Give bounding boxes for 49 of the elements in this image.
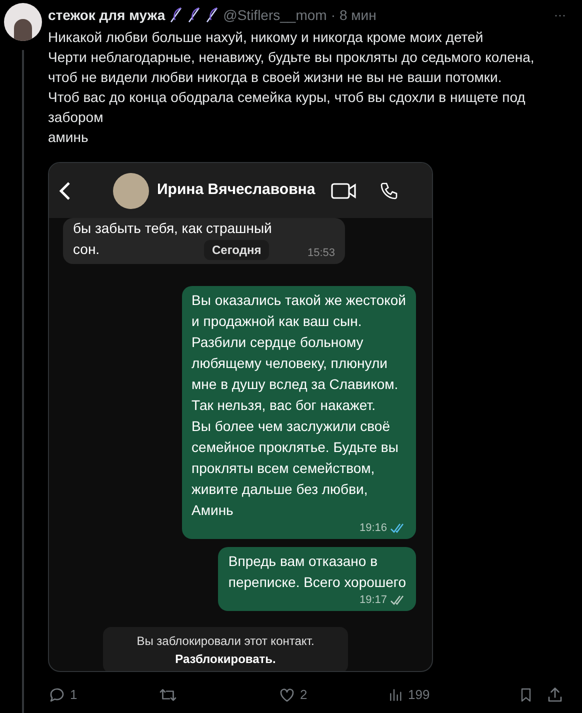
message-text: переписке. Всего хорошего [228, 573, 406, 592]
message-text: Впредь вам отказано в [228, 552, 378, 571]
post-text: Чтоб вас до конца ободрала семейка куры, чтоб вы сдохли в нищете под [48, 88, 526, 107]
message-text: и продажной как ваш сын. [192, 312, 362, 331]
heart-icon [278, 686, 296, 704]
like-count: 2 [300, 686, 308, 704]
post-text: забором [48, 108, 104, 127]
blocked-text: Вы заблокировали этот контакт. [136, 633, 314, 650]
message-text: Вы оказались такой же жестокой [192, 291, 406, 310]
post-text: аминь [48, 128, 88, 147]
message-text: Аминь [192, 501, 234, 520]
needle-icon [205, 7, 220, 23]
views-count: 199 [408, 686, 430, 704]
message-text: Так нельзя, вас бог накажет. [192, 396, 376, 415]
message-text: сон. [73, 240, 100, 259]
unblock-link[interactable]: Разблокировать. [175, 650, 276, 668]
more-button[interactable]: ··· [554, 6, 566, 24]
message-text: живите дальше без любви, [192, 480, 368, 499]
post-time[interactable]: 8 мин [339, 4, 376, 26]
user-handle[interactable]: @Stiflers__mom [223, 4, 327, 26]
share-icon [546, 686, 564, 704]
contact-avatar [113, 172, 149, 208]
message-text: мне в душу вслед за Славиком. [192, 375, 398, 394]
video-call-icon[interactable] [331, 182, 358, 200]
avatar[interactable] [4, 3, 42, 41]
post-text: Черти неблагодарные, ненавижу, будьте вы прокляты до седьмого колена, [48, 48, 534, 67]
date-chip: Сегодня [204, 240, 270, 260]
message-text: прокляты всем семейством, [192, 459, 375, 478]
reply-count: 1 [70, 686, 78, 704]
post-text: Никакой любви больше нахуй, никому и никогда кроме моих детей [48, 28, 484, 47]
message-text: Вы более чем заслужили своё [192, 417, 390, 436]
message-text: Разбили сердце больному [192, 333, 364, 352]
phone-icon[interactable] [379, 180, 400, 200]
message-time: 15:53 [307, 246, 335, 260]
message-time: 19:16 [359, 521, 387, 535]
message-text: любящему человеку, плюнули [192, 354, 388, 373]
contact-name[interactable]: Ирина Вячеславовна [157, 179, 316, 202]
post-text: чтоб не видели любви никогда в своей жизни не вы не ваши потомки. [48, 68, 502, 87]
separator-dot: · [330, 6, 336, 24]
needle-icon [169, 7, 184, 23]
bar-chart-icon [388, 687, 404, 703]
needle-icon [187, 7, 202, 23]
message-text: семейное проклятье. Будьте вы [192, 438, 398, 457]
message-text: бы забыть тебя, как страшный [73, 219, 272, 238]
message-time: 19:17 [359, 593, 387, 607]
back-icon[interactable] [59, 180, 71, 200]
retweet-icon [158, 686, 178, 704]
reply-icon [48, 686, 66, 704]
author-name[interactable]: стежок для мужа [48, 4, 166, 26]
